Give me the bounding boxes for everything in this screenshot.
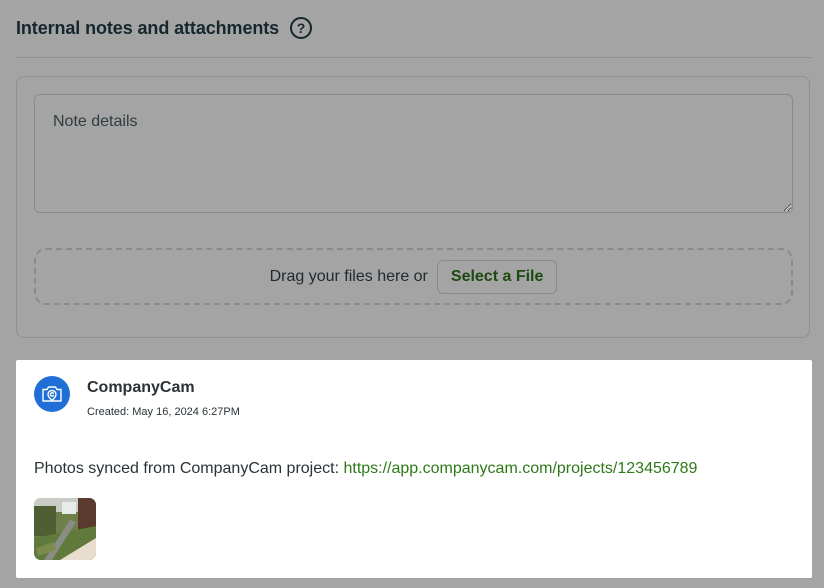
companycam-camera-icon xyxy=(34,376,70,412)
feed-created-timestamp: Created: May 16, 2024 6:27PM xyxy=(87,406,240,418)
file-dropzone[interactable]: Drag your files here or Select a File xyxy=(34,248,793,305)
note-entry-panel: Drag your files here or Select a File xyxy=(16,76,810,338)
photo-thumbnail[interactable] xyxy=(34,498,96,560)
note-details-textarea[interactable] xyxy=(34,94,793,213)
section-header: Internal notes and attachments ? xyxy=(16,14,313,42)
header-divider xyxy=(16,57,812,58)
select-file-button[interactable]: Select a File xyxy=(436,259,558,294)
project-link[interactable]: https://app.companycam.com/projects/1234… xyxy=(343,460,697,477)
feed-message: Photos synced from CompanyCam project: h… xyxy=(34,460,697,478)
feed-message-text: Photos synced from CompanyCam project: xyxy=(34,460,340,477)
help-icon[interactable]: ? xyxy=(290,17,313,39)
dropzone-text: Drag your files here or xyxy=(269,267,428,285)
note-feed-item: CompanyCam Created: May 16, 2024 6:27PM … xyxy=(16,360,812,578)
feed-author-name: CompanyCam xyxy=(87,379,195,396)
created-label: Created: xyxy=(87,406,130,418)
created-date: May 16, 2024 6:27PM xyxy=(132,406,240,418)
section-title: Internal notes and attachments xyxy=(16,17,280,38)
